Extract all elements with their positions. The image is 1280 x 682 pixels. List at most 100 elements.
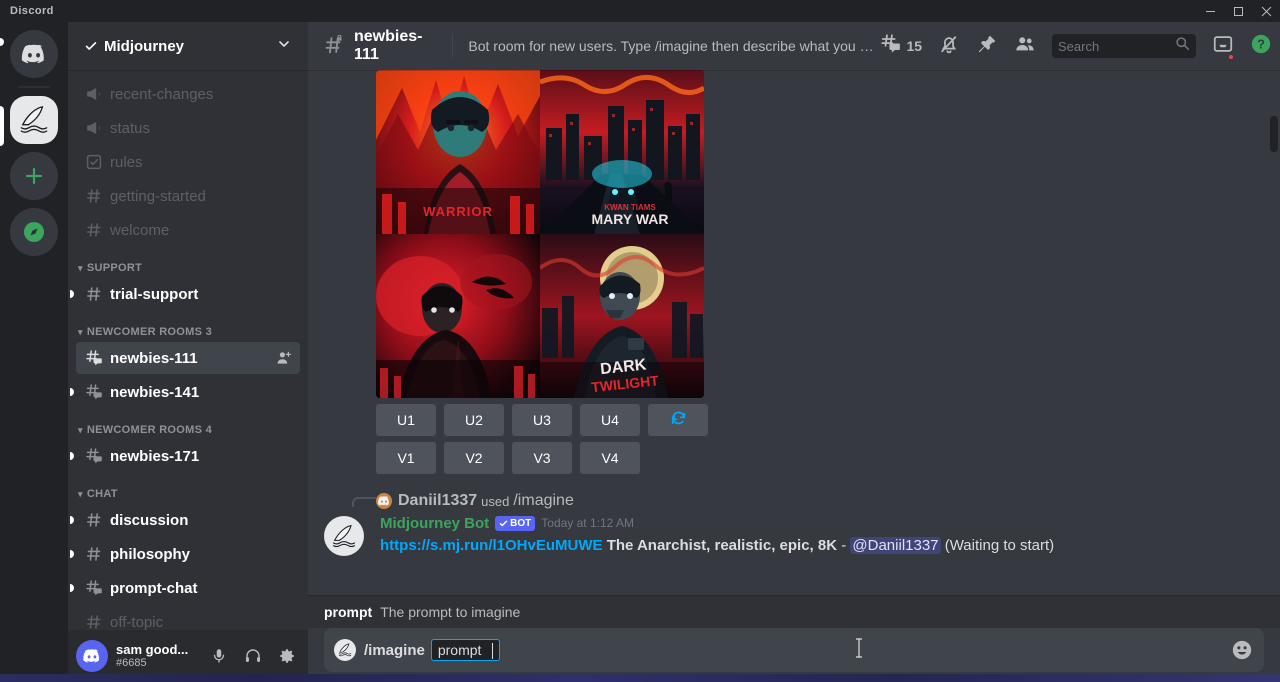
close-button[interactable] bbox=[1252, 0, 1280, 22]
message-scroller[interactable]: WARRIOR bbox=[308, 70, 1280, 595]
svg-text:?: ? bbox=[1257, 36, 1265, 51]
grid-tile-4[interactable]: DARK TWILIGHT bbox=[540, 234, 704, 398]
taskbar-strip bbox=[0, 674, 1280, 682]
avatar[interactable] bbox=[376, 493, 392, 509]
chevron-down-icon[interactable] bbox=[276, 36, 292, 57]
sidebar-channel-newbies-111[interactable]: newbies-111 bbox=[76, 342, 300, 374]
sidebar-channel-philosophy[interactable]: philosophy bbox=[76, 538, 300, 570]
server-icon-home[interactable] bbox=[10, 30, 58, 78]
category-newcomer-rooms-3[interactable]: ▾ NEWCOMER ROOMS 3 bbox=[68, 312, 308, 342]
microphone-icon[interactable] bbox=[206, 643, 232, 669]
user-identity[interactable]: sam good... #6685 bbox=[116, 643, 198, 669]
help-button[interactable]: ? bbox=[1250, 33, 1272, 60]
channel-label: recent-changes bbox=[110, 86, 292, 103]
rail-divider bbox=[18, 86, 50, 88]
chevron-down-icon: ▾ bbox=[78, 425, 83, 436]
channel-label: off-topic bbox=[110, 614, 292, 631]
prompt-image-link[interactable]: https://s.mj.run/l1OHvEuMUWE bbox=[380, 537, 603, 554]
message-attachment[interactable]: WARRIOR bbox=[324, 70, 1264, 398]
help-icon: ? bbox=[1250, 33, 1272, 60]
hash-thread-icon bbox=[84, 578, 104, 598]
unread-indicator bbox=[70, 550, 74, 558]
channel-name: newbies-111 bbox=[354, 28, 436, 64]
upscale-button-u4[interactable]: U4 bbox=[580, 404, 640, 436]
command-option-description: The prompt to imagine bbox=[380, 604, 520, 620]
message-timestamp: Today at 1:12 AM bbox=[541, 516, 634, 532]
guild-header[interactable]: Midjourney bbox=[68, 22, 308, 70]
emoji-icon[interactable] bbox=[1230, 638, 1254, 662]
bot-message-header: Midjourney Bot BOT Today at 1:12 AM bbox=[380, 514, 1264, 534]
command-author[interactable]: Daniil1337 bbox=[398, 492, 477, 510]
grid-tile-3[interactable] bbox=[376, 234, 540, 398]
sidebar-channel-status[interactable]: status bbox=[76, 112, 300, 144]
threads-icon bbox=[880, 33, 902, 60]
sidebar-channel-rules[interactable]: rules bbox=[76, 146, 300, 178]
command-option-hint: prompt The prompt to imagine bbox=[308, 595, 1280, 628]
threads-button[interactable]: 15 bbox=[880, 33, 922, 60]
sidebar-channel-trial-support[interactable]: trial-support bbox=[76, 278, 300, 310]
text-cursor-icon bbox=[854, 637, 864, 662]
gear-icon[interactable] bbox=[274, 643, 300, 669]
variation-button-v3[interactable]: V3 bbox=[512, 442, 572, 474]
job-status: (Waiting to start) bbox=[945, 537, 1054, 554]
sidebar-channel-getting-started[interactable]: getting-started bbox=[76, 180, 300, 212]
search-input[interactable]: Search bbox=[1052, 34, 1196, 58]
user-mention[interactable]: @Daniil1337 bbox=[850, 537, 940, 554]
channel-label: trial-support bbox=[110, 286, 292, 303]
channel-label: status bbox=[110, 120, 292, 137]
channel-list[interactable]: recent-changes status rules getting-star… bbox=[68, 70, 308, 630]
sidebar-channel-discussion[interactable]: discussion bbox=[76, 504, 300, 536]
channel-topic[interactable]: Bot room for new users. Type /imagine th… bbox=[468, 38, 880, 54]
sidebar-channel-off-topic[interactable]: off-topic bbox=[76, 606, 300, 630]
variation-button-v1[interactable]: V1 bbox=[376, 442, 436, 474]
avatar[interactable] bbox=[76, 640, 108, 672]
variation-button-row: V1 V2 V3 V4 bbox=[324, 436, 1264, 474]
unread-indicator bbox=[70, 388, 74, 396]
channel-header: newbies-111 Bot room for new users. Type… bbox=[308, 22, 1280, 70]
bot-name[interactable]: Midjourney Bot bbox=[380, 514, 489, 534]
command-argument-chip[interactable]: prompt bbox=[431, 639, 501, 661]
grid-tile-1[interactable]: WARRIOR bbox=[376, 70, 540, 234]
sidebar-channel-welcome[interactable]: welcome bbox=[76, 214, 300, 246]
pinned-messages-button[interactable] bbox=[976, 33, 998, 60]
variation-button-v4[interactable]: V4 bbox=[580, 442, 640, 474]
category-chat[interactable]: ▾ CHAT bbox=[68, 474, 308, 504]
sidebar-channel-prompt-chat[interactable]: prompt-chat bbox=[76, 572, 300, 604]
avatar[interactable] bbox=[324, 516, 364, 556]
message-input[interactable]: /imagine prompt bbox=[324, 628, 1264, 672]
sidebar-channel-newbies-171[interactable]: newbies-171 bbox=[76, 440, 300, 472]
category-support[interactable]: ▾ SUPPORT bbox=[68, 248, 308, 278]
sidebar-channel-newbies-141[interactable]: newbies-141 bbox=[76, 376, 300, 408]
category-newcomer-rooms-4[interactable]: ▾ NEWCOMER ROOMS 4 bbox=[68, 410, 308, 440]
upscale-button-u1[interactable]: U1 bbox=[376, 404, 436, 436]
sidebar-channel-recent-changes[interactable]: recent-changes bbox=[76, 78, 300, 110]
minimize-button[interactable] bbox=[1196, 0, 1224, 22]
upscale-button-u3[interactable]: U3 bbox=[512, 404, 572, 436]
midjourney-grid-image[interactable]: WARRIOR bbox=[376, 70, 704, 398]
headset-icon[interactable] bbox=[240, 643, 266, 669]
scrollbar-thumb[interactable] bbox=[1270, 116, 1278, 152]
chevron-down-icon: ▾ bbox=[78, 263, 83, 274]
command-argument-label: prompt bbox=[438, 642, 482, 658]
command-name[interactable]: /imagine bbox=[513, 492, 573, 510]
reroll-button[interactable] bbox=[648, 404, 708, 436]
add-member-icon[interactable] bbox=[276, 350, 292, 366]
variation-button-v2[interactable]: V2 bbox=[444, 442, 504, 474]
grid-tile-2[interactable]: KWAN TIAMS MARY WAR bbox=[540, 70, 704, 234]
pin-icon bbox=[976, 33, 998, 60]
maximize-button[interactable] bbox=[1224, 0, 1252, 22]
notification-settings-button[interactable] bbox=[938, 33, 960, 60]
hash-icon bbox=[84, 544, 104, 564]
add-server-button[interactable] bbox=[10, 152, 58, 200]
inbox-button[interactable] bbox=[1212, 33, 1234, 60]
chevron-down-icon: ▾ bbox=[78, 489, 83, 500]
threads-count: 15 bbox=[906, 38, 922, 54]
unread-indicator bbox=[70, 584, 74, 592]
explore-servers-button[interactable] bbox=[10, 208, 58, 256]
channel-label: newbies-111 bbox=[110, 350, 276, 367]
category-label: SUPPORT bbox=[87, 262, 142, 274]
member-list-button[interactable] bbox=[1014, 33, 1036, 60]
category-label: NEWCOMER ROOMS 4 bbox=[87, 424, 212, 436]
upscale-button-u2[interactable]: U2 bbox=[444, 404, 504, 436]
server-icon-midjourney[interactable] bbox=[10, 96, 58, 144]
